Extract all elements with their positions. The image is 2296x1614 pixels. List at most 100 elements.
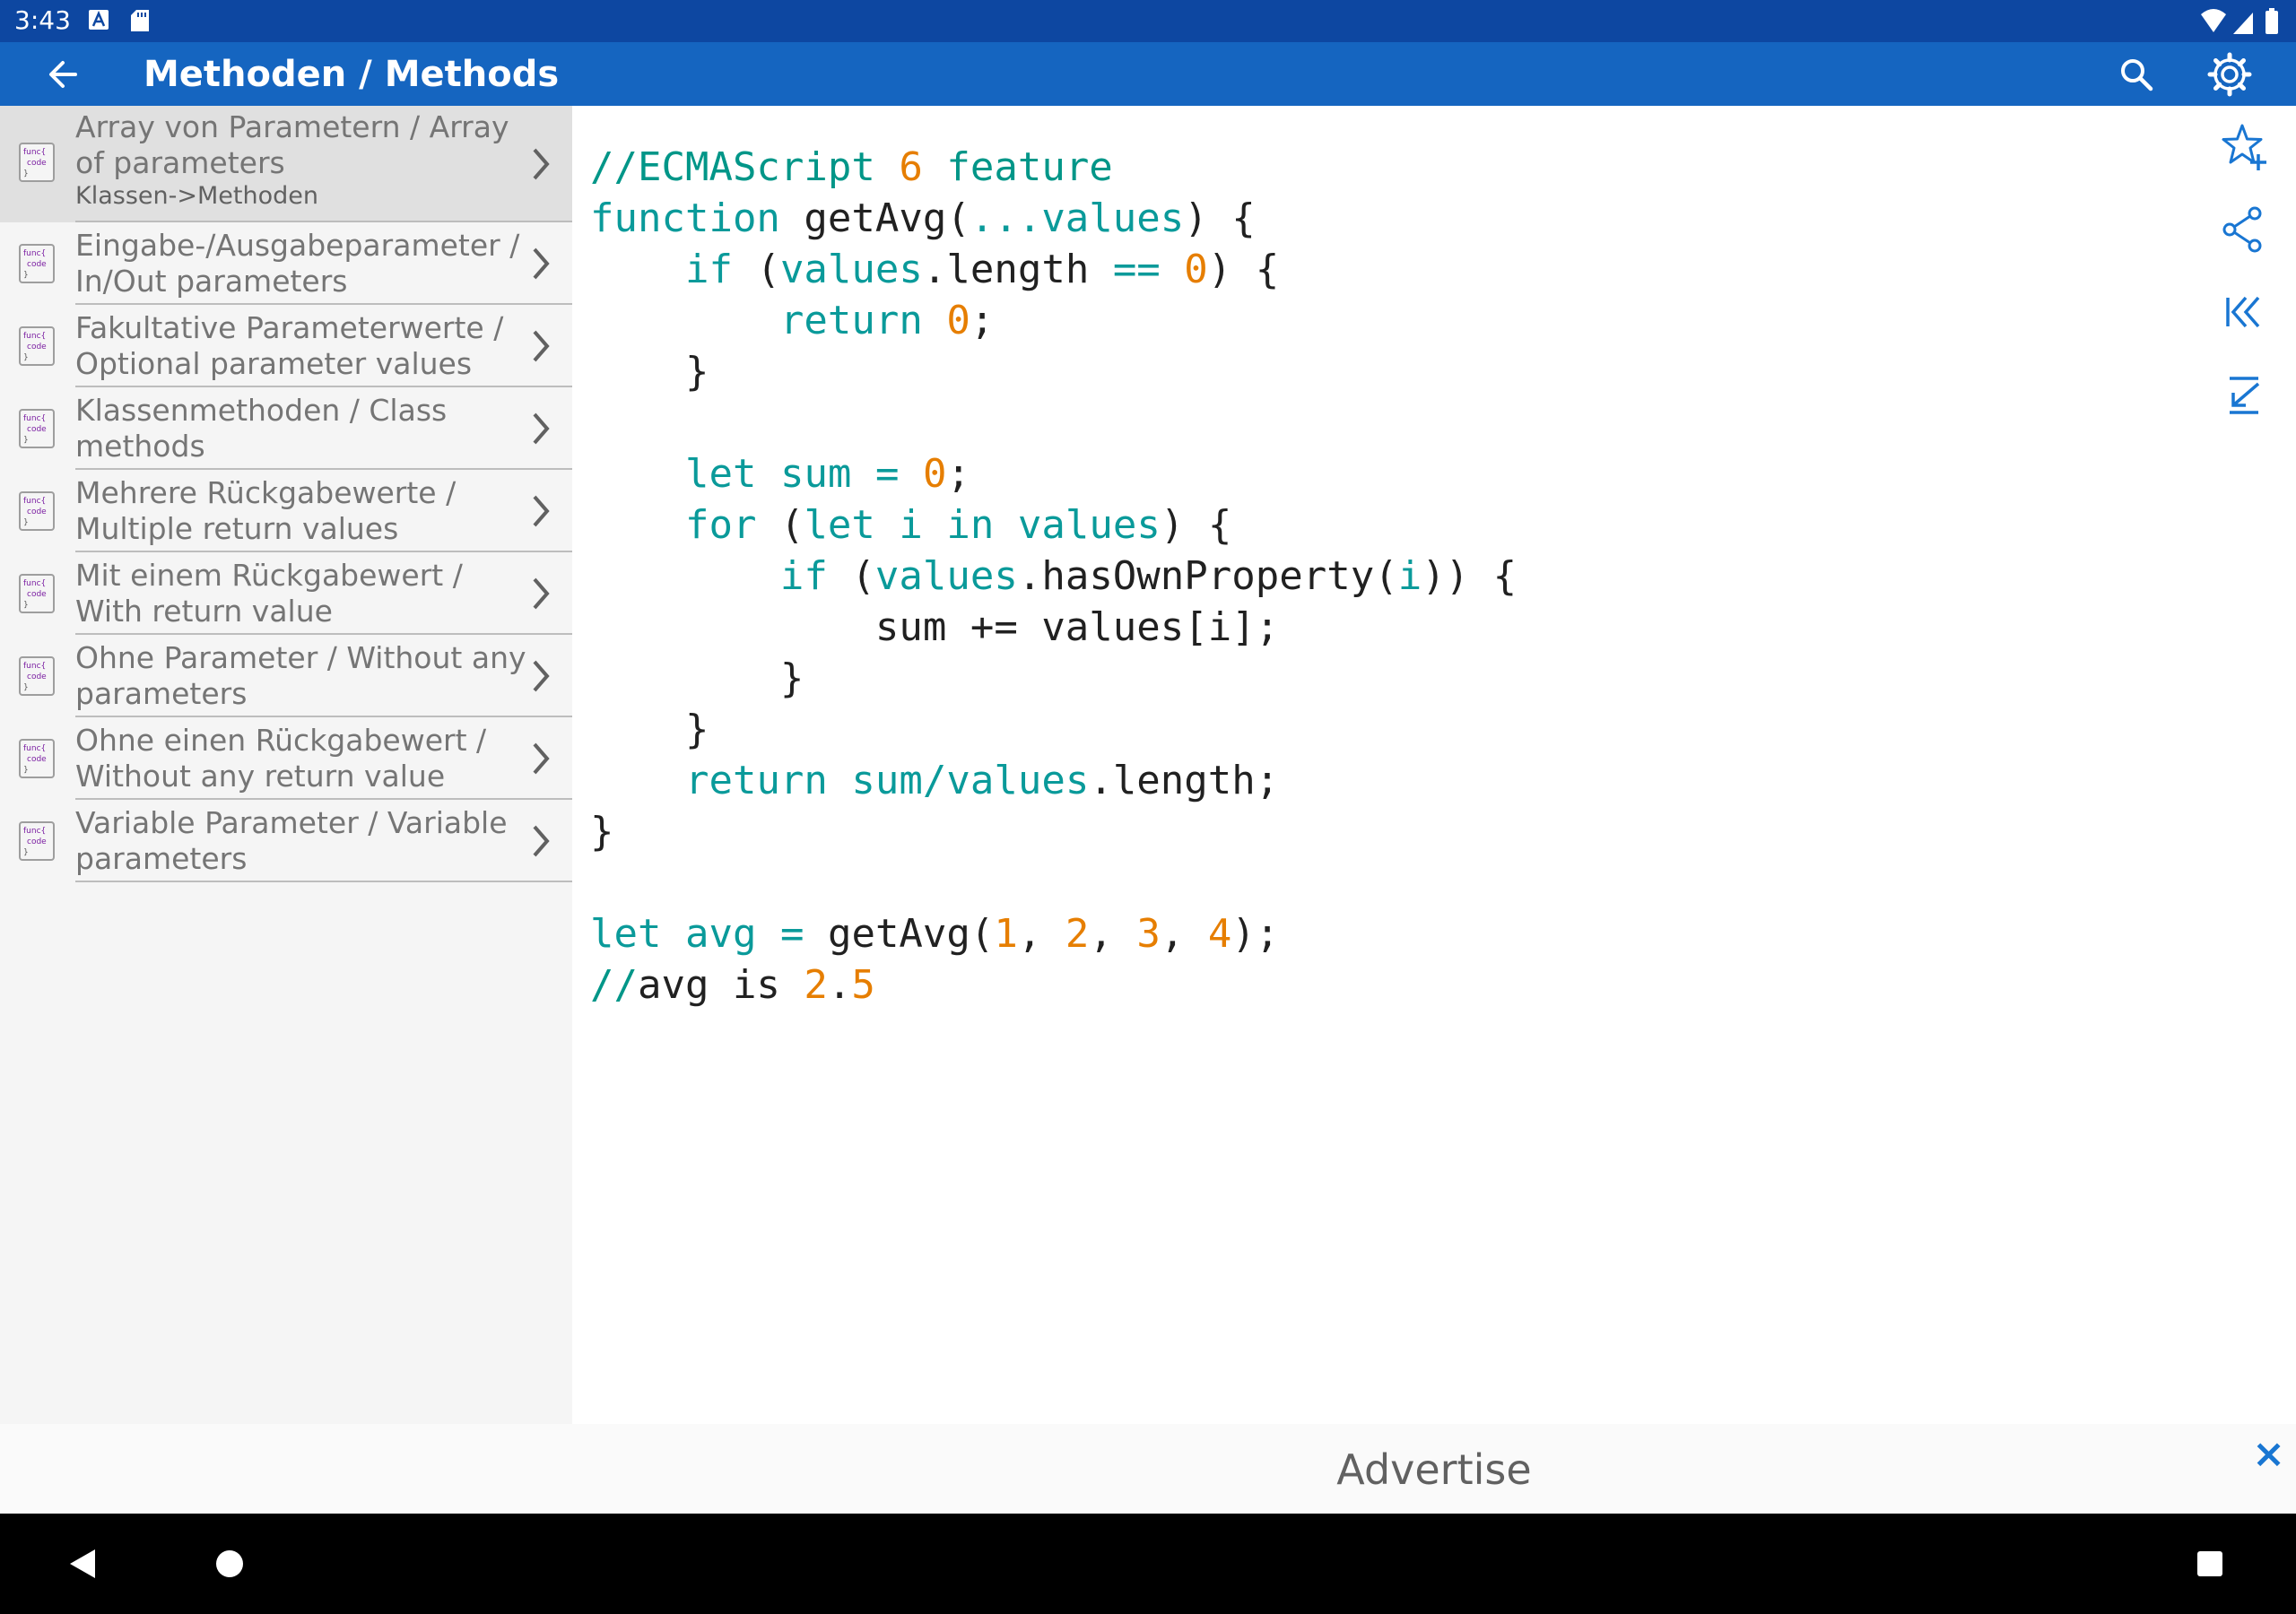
code-token: = xyxy=(779,911,804,957)
list-item-multiple-return-values[interactable]: func{ code } Mehrere Rückgabewerte / Mul… xyxy=(0,470,572,552)
svg-text:code: code xyxy=(27,672,47,681)
code-token: } xyxy=(590,707,709,752)
func-code-icon: func{ code } xyxy=(19,409,55,448)
list-item-in-out-parameters[interactable]: func{ code } Eingabe-/Ausgabeparameter /… xyxy=(0,222,572,305)
status-icons xyxy=(2201,8,2278,34)
list-item-label: Ohne Parameter / Without any parameters xyxy=(75,640,526,711)
chevron-right-icon xyxy=(533,495,550,527)
svg-text:code: code xyxy=(27,508,47,516)
svg-text:code: code xyxy=(27,590,47,599)
add-favorite-star-icon[interactable] xyxy=(2219,122,2269,172)
code-line: } xyxy=(590,653,1517,704)
chevron-right-icon xyxy=(533,412,550,445)
nav-home-icon[interactable] xyxy=(213,1548,246,1580)
chevron-right-icon xyxy=(533,330,550,362)
svg-text:func{: func{ xyxy=(23,744,46,753)
code-token: . xyxy=(827,962,852,1008)
func-code-icon: func{ code } xyxy=(19,574,55,613)
app-bar: Methoden / Methods xyxy=(0,42,2296,106)
code-token: ) { xyxy=(1184,195,1256,241)
signal-icon xyxy=(2233,13,2253,34)
ad-label: Advertise xyxy=(1336,1445,1532,1494)
list-item-without-any-parameters[interactable]: func{ code } Ohne Parameter / Without an… xyxy=(0,635,572,717)
svg-text:func{: func{ xyxy=(23,662,46,671)
list-item-variable-parameters[interactable]: func{ code } Variable Parameter / Variab… xyxy=(0,800,572,882)
advertisement-banner[interactable]: Advertise × xyxy=(572,1424,2296,1514)
close-ad-icon[interactable]: × xyxy=(2252,1431,2285,1477)
code-token: )) { xyxy=(1422,553,1518,599)
code-block: //ECMAScript 6 feature function getAvg(..… xyxy=(590,142,1517,1011)
sd-card-icon xyxy=(131,10,149,31)
func-code-icon: func{ code } xyxy=(19,821,55,861)
nav-back-icon[interactable] xyxy=(66,1546,100,1582)
code-token: 3 xyxy=(1136,911,1161,957)
nav-recents-icon[interactable] xyxy=(2196,1549,2224,1578)
svg-text:}: } xyxy=(23,683,29,692)
svg-text:func{: func{ xyxy=(23,148,46,157)
code-token: } xyxy=(590,349,709,395)
list-item-array-of-parameters[interactable]: func{ code } Array von Parametern / Arra… xyxy=(0,106,572,222)
list-item-without-return-value[interactable]: func{ code } Ohne einen Rückgabewert / W… xyxy=(0,717,572,800)
code-token: //ECMAScript xyxy=(590,144,900,190)
code-token: avg is xyxy=(637,962,804,1008)
search-icon[interactable] xyxy=(2118,56,2154,92)
code-line: let sum = 0; xyxy=(590,448,1517,499)
svg-text:}: } xyxy=(23,848,29,857)
code-token: feature xyxy=(922,144,1113,190)
list-item-label: Variable Parameter / Variable parameters xyxy=(75,805,508,876)
code-token: getAvg( xyxy=(779,195,970,241)
code-token: ( xyxy=(756,502,804,548)
svg-text:code: code xyxy=(27,425,47,434)
code-viewer: //ECMAScript 6 feature function getAvg(..… xyxy=(572,106,2296,1424)
code-token: 1 xyxy=(994,911,1018,957)
wifi-icon xyxy=(2201,9,2226,32)
svg-text:}: } xyxy=(23,169,29,178)
code-token: return xyxy=(684,758,828,803)
code-token: ; xyxy=(970,298,995,343)
code-token: 0 xyxy=(946,298,970,343)
code-token: for xyxy=(684,502,757,548)
code-token: = xyxy=(874,451,900,497)
list-item-optional-parameter-values[interactable]: func{ code } Fakultative Parameterwerte … xyxy=(0,305,572,387)
divider xyxy=(75,881,572,882)
code-token: values xyxy=(874,553,1018,599)
chevron-right-icon xyxy=(533,660,550,692)
list-item-class-methods[interactable]: func{ code } Klassenmethoden / Class met… xyxy=(0,387,572,470)
code-line: function getAvg(...values) { xyxy=(590,193,1517,244)
func-code-icon: func{ code } xyxy=(19,326,55,366)
code-token: 5 xyxy=(851,962,875,1008)
share-icon[interactable] xyxy=(2219,204,2269,255)
chevron-right-icon xyxy=(533,577,550,610)
code-line: if (values.length == 0) { xyxy=(590,244,1517,295)
code-token: ) { xyxy=(1207,247,1280,292)
page-title: Methoden / Methods xyxy=(144,54,560,95)
topics-sidebar: func{ code } Array von Parametern / Arra… xyxy=(0,106,573,1424)
back-arrow-icon[interactable] xyxy=(45,56,81,92)
code-token: 2 xyxy=(804,962,828,1008)
code-token: function xyxy=(590,195,780,241)
scroll-to-bottom-icon[interactable] xyxy=(2219,369,2269,420)
list-item-label: Mit einem Rückgabewert / With return val… xyxy=(75,558,463,629)
settings-gear-icon[interactable] xyxy=(2206,51,2253,98)
list-item-text: Array von Parametern / Array of paramete… xyxy=(75,109,533,212)
code-token: i xyxy=(899,502,923,548)
code-line: } xyxy=(590,346,1517,397)
code-token: == xyxy=(1112,247,1161,292)
code-token: ) { xyxy=(1160,502,1232,548)
svg-text:func{: func{ xyxy=(23,414,46,423)
list-item-with-return-value[interactable]: func{ code } Mit einem Rückgabewert / Wi… xyxy=(0,552,572,635)
code-line: return sum/values.length; xyxy=(590,755,1517,806)
battery-icon xyxy=(2266,11,2278,34)
func-code-icon: func{ code } xyxy=(19,143,55,182)
jump-to-first-icon[interactable] xyxy=(2219,287,2269,337)
code-token: } xyxy=(590,655,804,701)
